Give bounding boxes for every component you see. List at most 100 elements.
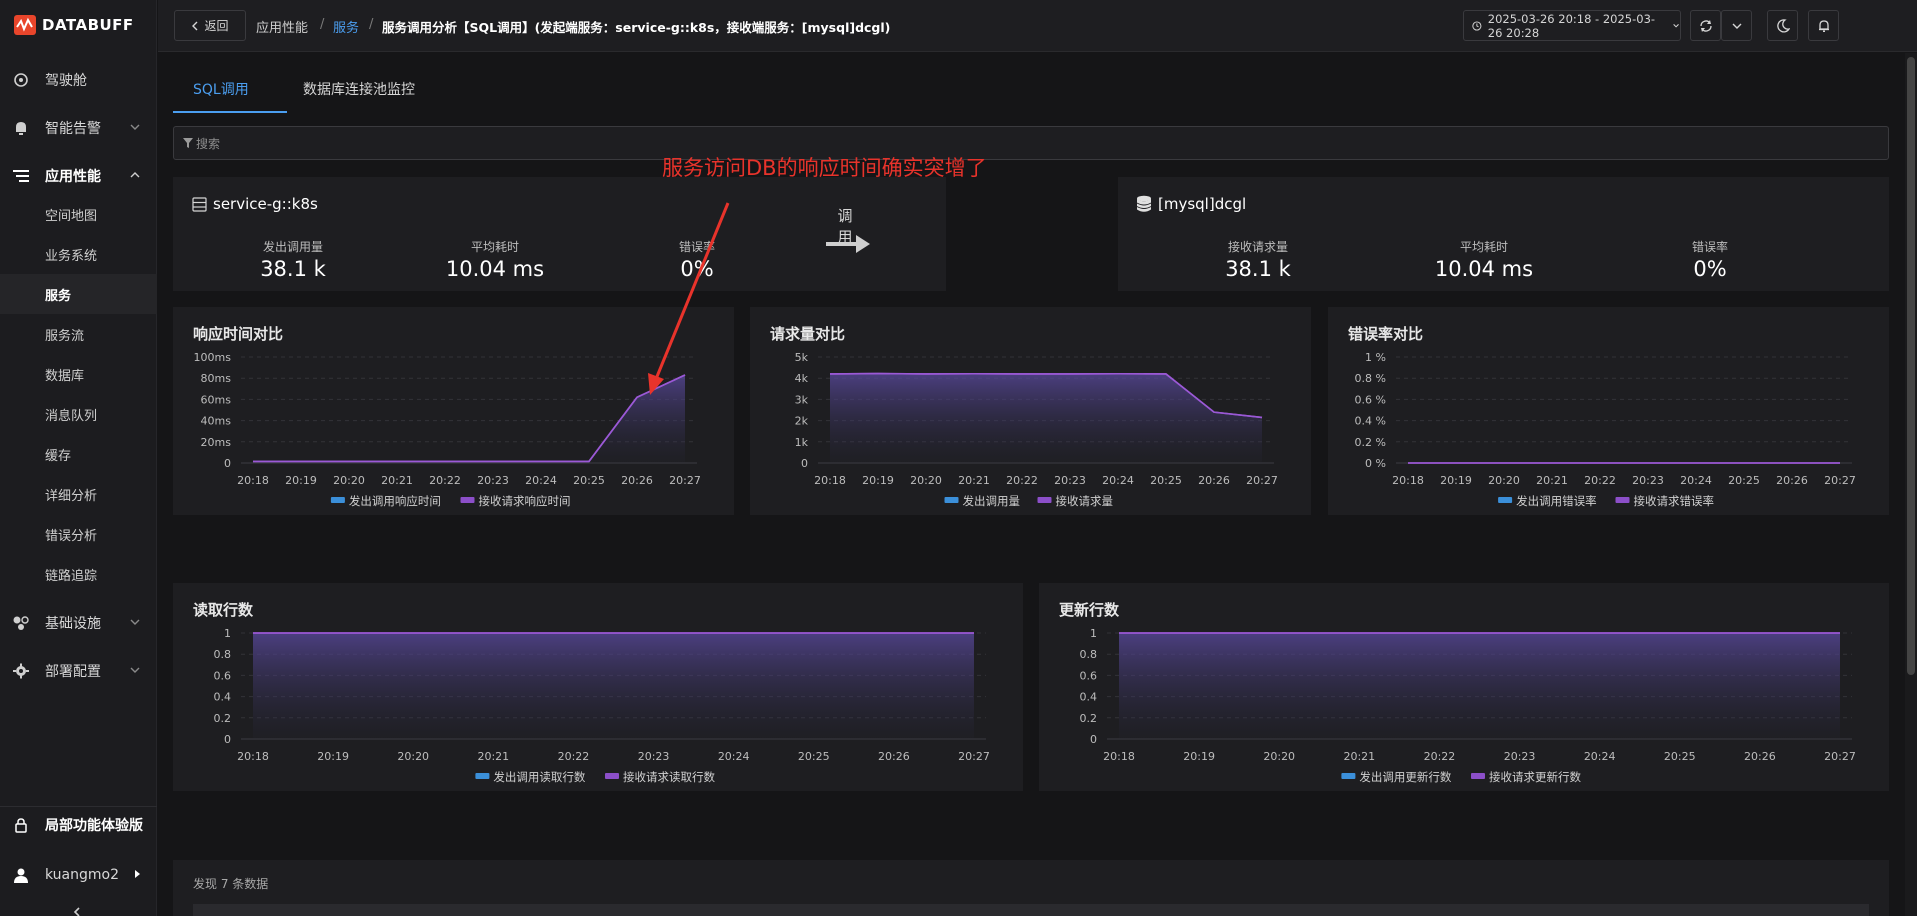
legend-label: 发出调用更新行数 [1359,770,1451,784]
tab-sql-calls[interactable]: SQL调用 [193,79,249,99]
collapse-icon[interactable] [70,906,84,916]
sidebar-item-cockpit[interactable]: 驾驶舱 [0,60,157,100]
x-tick-label: 20:23 [477,474,509,487]
x-tick-label: 20:19 [1183,750,1215,763]
y-tick-label: 0.2 % [1355,436,1386,449]
callee-service-name: [mysql]dcgl [1158,195,1247,213]
legend-swatch [1037,497,1052,503]
gear-icon [13,663,29,679]
cockpit-icon [14,73,28,87]
subnav-item-cache[interactable]: 缓存 [0,434,157,474]
clock-icon [1472,20,1482,31]
request-volume-chart: 0 1k 2k 3k 4k 5k 20:18 20:19 20:20 20:21 20:22 20:2… [795,351,1278,508]
infra-icon [13,616,29,630]
brand-logo[interactable]: DATABUFF [14,14,134,36]
subnav-item-mq[interactable]: 消息队列 [0,394,157,434]
x-tick-label: 20:22 [429,474,461,487]
sidebar-item-label: 部署配置 [45,664,101,680]
caller-metric-value: 0% [680,257,714,281]
scrollbar[interactable] [1905,53,1917,916]
sidebar-item-label: 智能告警 [45,121,101,137]
sidebar-item-alerts[interactable]: 智能告警 [0,108,157,148]
y-tick-label: 100ms [194,351,232,364]
y-tick-label: 0.2 [214,712,232,725]
subnav-item-service[interactable]: 服务 [0,274,157,314]
database-icon [1136,195,1152,212]
results-count: 发现 7 条数据 [193,877,269,891]
x-tick-label: 20:27 [1246,474,1278,487]
user-icon [14,868,28,883]
subnav-item-detail[interactable]: 详细分析 [0,474,157,514]
x-tick-label: 20:18 [814,474,846,487]
x-tick-label: 20:27 [1824,474,1856,487]
subnav-item-business[interactable]: 业务系统 [0,234,157,274]
x-tick-label: 20:21 [477,750,509,763]
subnav-item-error[interactable]: 错误分析 [0,514,157,554]
bell-icon [1818,19,1829,32]
notification-button[interactable] [1808,10,1839,41]
x-tick-label: 20:19 [1440,474,1472,487]
caller-metric-value: 10.04 ms [445,257,545,281]
x-tick-label: 20:27 [669,474,701,487]
tab-db-pool[interactable]: 数据库连接池监控 [303,79,415,99]
sidebar-item-app-perf[interactable]: 应用性能 [0,156,157,196]
subnav-item-trace[interactable]: 链路追踪 [0,554,157,594]
filter-icon [183,138,193,148]
y-tick-label: 4k [795,372,809,385]
table-header [193,904,1869,916]
caller-metric-label: 错误率 [678,240,715,254]
chart-panel-request-volume: 请求量对比 0 1k 2k 3k 4k 5k 20:18 20:19 20:20 20:21 20:… [750,307,1311,515]
sidebar-item-deploy[interactable]: 部署配置 [0,651,157,691]
chart-panel-rows-read: 读取行数 0 0.2 0.4 0.6 0.8 1 20:18 20:19 20:20 20:21 2… [173,583,1023,791]
server-icon [192,197,207,212]
x-tick-label: 20:21 [958,474,990,487]
x-tick-label: 20:25 [1728,474,1760,487]
trial-version-item[interactable]: 局部功能体验版 [0,805,157,845]
time-range-picker[interactable]: 2025-03-26 20:18 - 2025-03-26 20:28 [1463,10,1681,41]
chevron-down-icon [1732,23,1741,29]
legend-label: 接收请求读取行数 [623,770,715,784]
x-tick-label: 20:25 [573,474,605,487]
subnav-item-database[interactable]: 数据库 [0,354,157,394]
breadcrumb-service[interactable]: 服务 [333,17,359,36]
refresh-options-button[interactable] [1721,10,1752,41]
refresh-button[interactable] [1690,10,1721,41]
x-tick-label: 20:23 [638,750,670,763]
subnav-item-space-map[interactable]: 空间地图 [0,194,157,234]
chevron-down-icon [130,619,140,625]
search-input[interactable]: 搜索 [173,126,1889,160]
scrollbar-thumb[interactable] [1907,57,1915,675]
y-tick-label: 0.8 [1080,648,1098,661]
breadcrumb-app-perf[interactable]: 应用性能 [256,17,308,36]
x-tick-label: 20:18 [1392,474,1424,487]
legend-swatch [1471,773,1485,779]
x-tick-label: 20:23 [1504,750,1536,763]
y-tick-label: 1 [224,627,231,640]
y-tick-label: 0.4 [214,691,232,704]
caller-metric-label: 发出调用量 [262,240,323,254]
sidebar-item-infra[interactable]: 基础设施 [0,603,157,643]
arrow-right-icon [826,235,870,253]
x-tick-label: 20:22 [1424,750,1456,763]
x-tick-label: 20:26 [621,474,653,487]
x-tick-label: 20:25 [1664,750,1696,763]
rows-read-chart: 0 0.2 0.4 0.6 0.8 1 20:18 20:19 20:20 20:21 20:22 2… [214,627,990,784]
rows-updated-chart: 0 0.2 0.4 0.6 0.8 1 20:18 20:19 20:20 20:21 20:22 2… [1080,627,1856,784]
subnav-item-service-flow[interactable]: 服务流 [0,314,157,354]
theme-toggle-button[interactable] [1767,10,1798,41]
chevron-left-icon [192,21,198,30]
user-menu[interactable]: kuangmo2 [0,855,157,895]
main-content: SQL调用 数据库连接池监控 搜索 service-g::k8s 发出调用量 3… [158,53,1903,916]
y-tick-label: 0.2 [1080,712,1098,725]
legend-label: 发出调用量 [963,494,1021,508]
x-tick-label: 20:24 [1680,474,1712,487]
back-button[interactable]: 返回 [174,10,246,41]
y-tick-label: 1k [795,436,809,449]
legend-swatch [475,773,490,779]
chevron-down-icon [130,124,140,130]
caller-metric-value: 38.1 k [260,257,326,281]
callee-metric-value: 10.04 ms [1434,257,1534,281]
x-tick-label: 20:22 [1006,474,1038,487]
x-tick-label: 20:18 [237,474,269,487]
y-tick-label: 1 % [1365,351,1386,364]
